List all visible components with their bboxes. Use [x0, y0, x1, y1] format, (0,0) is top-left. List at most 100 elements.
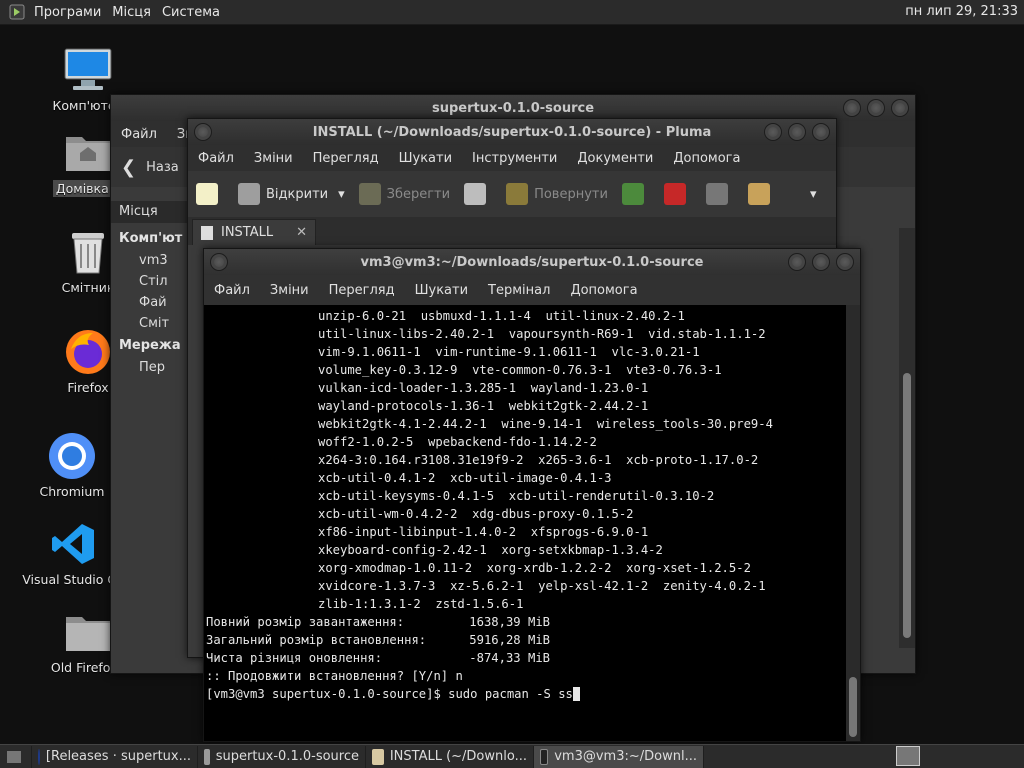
back-arrow-icon[interactable]: ❮ — [121, 157, 136, 178]
sidebar-item-browse-network[interactable]: Пер — [111, 357, 189, 378]
terminal-prompt-line[interactable]: [vm3@vm3 supertux-0.1.0-source]$ sudo pa… — [206, 685, 844, 703]
terminal-summary-line: Чиста різниця оновлення: -874,33 MiB — [206, 649, 844, 667]
taskbar-item-text-editor[interactable]: INSTALL (~/Downlo... — [366, 745, 534, 768]
maximize-button[interactable] — [788, 123, 806, 141]
undo-button[interactable]: Повернути — [506, 183, 608, 205]
close-button[interactable] — [812, 123, 830, 141]
folder-icon — [60, 606, 116, 658]
window-title: vm3@vm3:~/Downloads/supertux-0.1.0-sourc… — [360, 254, 704, 270]
menu-view[interactable]: Перегляд — [303, 151, 389, 166]
editor-scrollbar[interactable] — [899, 228, 915, 648]
back-button-label[interactable]: Наза — [146, 160, 179, 175]
menu-help[interactable]: Допомога — [560, 283, 647, 298]
save-button-label: Зберегти — [386, 186, 451, 202]
menu-file[interactable]: Файл — [111, 127, 167, 142]
terminal-package-line: wayland-protocols-1.36-1 webkit2gtk-2.44… — [318, 399, 649, 413]
close-button[interactable] — [836, 253, 854, 271]
tab-label: INSTALL — [221, 225, 274, 240]
sidebar-item-trash[interactable]: Сміт — [111, 313, 189, 334]
document-icon — [201, 225, 213, 240]
tab-install[interactable]: INSTALL ✕ — [192, 219, 316, 245]
home-folder-icon — [60, 126, 116, 178]
open-dropdown-icon[interactable]: ▾ — [338, 187, 345, 202]
menu-search[interactable]: Шукати — [405, 283, 478, 298]
save-button[interactable]: Зберегти — [358, 183, 451, 205]
sidebar-item-desktop[interactable]: Стіл — [111, 271, 189, 292]
menu-search[interactable]: Шукати — [389, 151, 462, 166]
print-button[interactable] — [464, 183, 492, 205]
terminal-package-line: woff2-1.0.2-5 wpebackend-fdo-1.14.2-2 — [318, 435, 597, 449]
sidebar-item-filesystem[interactable]: Фай — [111, 292, 189, 313]
window-title: INSTALL (~/Downloads/supertux-0.1.0-sour… — [312, 124, 712, 140]
summary-label: Повний розмір завантаження: — [206, 615, 405, 629]
open-button[interactable]: Відкрити ▾ — [238, 183, 345, 205]
window-menu-button[interactable] — [210, 253, 228, 271]
taskbar-item-terminal[interactable]: vm3@vm3:~/Downl... — [534, 745, 704, 768]
workspace-switcher[interactable] — [896, 746, 920, 766]
paste-button[interactable] — [747, 183, 776, 205]
menu-help[interactable]: Допомога — [663, 151, 750, 166]
terminal-package-line: vim-9.1.0611-1 vim-runtime-9.1.0611-1 vl… — [318, 345, 700, 359]
menu-edit[interactable]: Зміни — [260, 283, 319, 298]
menu-edit[interactable]: Зміни — [244, 151, 303, 166]
text-editor-titlebar[interactable]: INSTALL (~/Downloads/supertux-0.1.0-sour… — [188, 119, 836, 145]
menu-file[interactable]: Файл — [204, 283, 260, 298]
top-panel: Програми Місця Система пн лип 29, 21:33 — [0, 0, 1024, 25]
terminal-scrollbar-thumb[interactable] — [849, 677, 857, 737]
taskbar-item-label: vm3@vm3:~/Downl... — [554, 749, 697, 764]
terminal-scrollbar[interactable] — [846, 305, 860, 741]
terminal-titlebar[interactable]: vm3@vm3:~/Downloads/supertux-0.1.0-sourc… — [204, 249, 860, 275]
minimize-button[interactable] — [788, 253, 806, 271]
menu-places[interactable]: Місця — [112, 5, 151, 20]
menu-view[interactable]: Перегляд — [319, 283, 405, 298]
summary-value: 5916,28 MiB — [469, 633, 550, 647]
taskbar-item-firefox[interactable]: [Releases · supertux... — [32, 745, 198, 768]
minimize-button[interactable] — [843, 99, 861, 117]
taskbar-item-file-manager[interactable]: supertux-0.1.0-source — [198, 745, 366, 768]
menu-logo-icon[interactable] — [8, 3, 26, 21]
chromium-icon — [44, 430, 100, 482]
terminal-window: vm3@vm3:~/Downloads/supertux-0.1.0-sourc… — [203, 248, 861, 742]
redo-button[interactable] — [621, 183, 650, 205]
maximize-button[interactable] — [812, 253, 830, 271]
maximize-button[interactable] — [867, 99, 885, 117]
terminal-package-line: xf86-input-libinput-1.4.0-2 xfsprogs-6.9… — [318, 525, 649, 539]
terminal-package-line: xcb-util-keysyms-0.4.1-5 xcb-util-render… — [318, 489, 715, 503]
cut-button[interactable] — [663, 183, 692, 205]
menu-terminal[interactable]: Термінал — [478, 283, 560, 298]
terminal-icon — [540, 748, 549, 765]
menu-documents[interactable]: Документи — [567, 151, 663, 166]
menu-applications[interactable]: Програми — [34, 5, 101, 20]
print-icon — [464, 183, 487, 205]
toolbar-overflow-icon[interactable]: ▾ — [810, 187, 817, 202]
text-editor-icon — [372, 748, 384, 765]
terminal-package-line: xvidcore-1.3.7-3 xz-5.6.2-1 yelp-xsl-42.… — [318, 579, 766, 593]
summary-label: Чиста різниця оновлення: — [206, 651, 383, 665]
terminal-package-line: zlib-1:1.3.1-2 zstd-1.5.6-1 — [318, 597, 524, 611]
terminal-cursor — [572, 687, 581, 701]
editor-scrollbar-thumb[interactable] — [903, 373, 911, 638]
places-dropdown[interactable]: Місця — [111, 201, 189, 223]
summary-value: -874,33 MiB — [469, 651, 550, 665]
vscode-icon — [45, 518, 101, 570]
save-icon — [358, 183, 381, 205]
show-desktop-icon[interactable] — [0, 745, 32, 768]
clock[interactable]: пн лип 29, 21:33 — [905, 4, 1018, 19]
close-button[interactable] — [891, 99, 909, 117]
firefox-icon — [38, 748, 40, 765]
window-title: supertux-0.1.0-source — [431, 100, 595, 116]
minimize-button[interactable] — [764, 123, 782, 141]
terminal-package-line: vulkan-icd-loader-1.3.285-1 wayland-1.23… — [318, 381, 649, 395]
menu-tools[interactable]: Інструменти — [462, 151, 567, 166]
terminal-output[interactable]: unzip-6.0-21 usbmuxd-1.1.1-4 util-linux-… — [204, 305, 846, 741]
window-menu-button[interactable] — [194, 123, 212, 141]
copy-button[interactable] — [705, 183, 734, 205]
new-document-button[interactable] — [196, 183, 224, 205]
taskbar: [Releases · supertux... supertux-0.1.0-s… — [0, 744, 1024, 768]
menu-file[interactable]: Файл — [188, 151, 244, 166]
terminal-package-line: xorg-xmodmap-1.0.11-2 xorg-xrdb-1.2.2-2 … — [318, 561, 751, 575]
close-tab-icon[interactable]: ✕ — [296, 225, 307, 240]
folder-icon — [204, 748, 210, 765]
menu-system[interactable]: Система — [162, 5, 220, 20]
sidebar-item-home[interactable]: vm3 — [111, 250, 189, 271]
